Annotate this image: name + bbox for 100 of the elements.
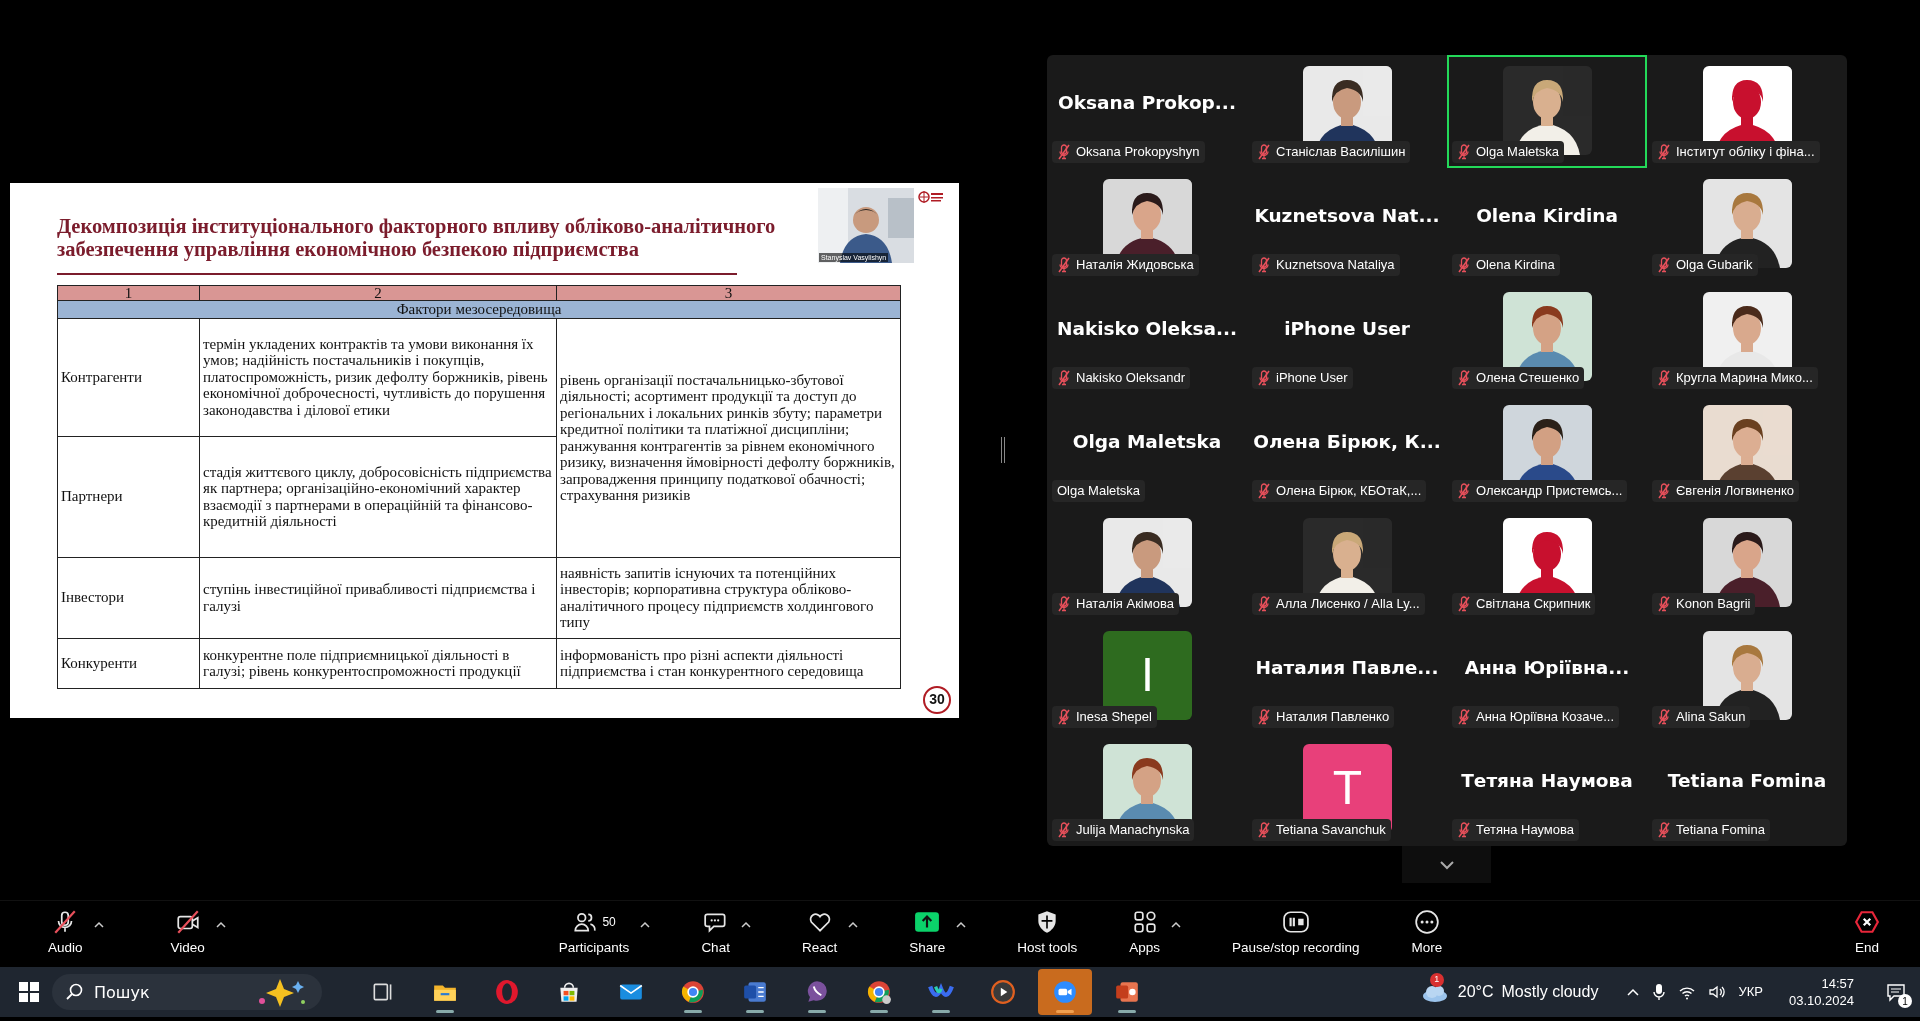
display-name: Oksana Prokop...: [1057, 91, 1237, 115]
participant-name: Інститут обліку і фіна...: [1676, 143, 1815, 162]
participant-name: Алла Лисенко / Alla Ly...: [1276, 595, 1420, 614]
table-cell: ступінь інвестиційної привабливості підприємства і галузі: [199, 557, 557, 638]
muted-mic-icon: [1457, 596, 1471, 612]
participant-name: Konon Bagrii: [1676, 595, 1751, 614]
muted-mic-icon: [1057, 709, 1071, 725]
media-player-icon: [990, 979, 1016, 1005]
caret-icon[interactable]: [955, 920, 968, 930]
caret-icon[interactable]: [214, 920, 227, 930]
slide-title: Декомпозиція інституціонального факторного впливу обліково-аналітичного забезпечення управління економічною безпекою підприємства: [57, 214, 776, 261]
display-name: Анна Юріївна...: [1463, 656, 1631, 680]
participant-name: Олена Бірюк, КБОтаК,...: [1276, 482, 1422, 501]
participant-name: Kuznetsova Nataliya: [1276, 256, 1395, 275]
chrome-icon: [866, 979, 892, 1005]
chevron-up-icon[interactable]: [1626, 987, 1641, 997]
opera-icon: [494, 979, 520, 1005]
muted-mic-icon: [1257, 483, 1271, 499]
muted-mic-icon: [1457, 822, 1471, 838]
muted-mic-icon: [1657, 483, 1671, 499]
share-button[interactable]: Share: [907, 905, 948, 963]
speaker-icon[interactable]: [1708, 984, 1727, 1000]
more-button[interactable]: More: [1409, 905, 1445, 963]
muted-mic-icon: [1657, 257, 1671, 273]
search-icon: [66, 983, 84, 1001]
participant-name: Tetiana Fomina: [1676, 821, 1765, 840]
search-field[interactable]: Пошук: [52, 974, 322, 1010]
caret-icon[interactable]: [847, 920, 860, 930]
table-cell: рівень організації постачальницько-збутової діяльності; асортимент продукції та доступ до регіональних і локальних ринків збуту; параметри кредитної політики та платіжної дисципліни; ранжування контрагентів за рівнем економічного ризику, визначення ймовірності дефолту боржників, запровадження принципу податкової обачності; страхування ризиків: [556, 318, 901, 557]
table-cell: Контрагенти: [57, 318, 200, 436]
muted-mic-icon: [1457, 257, 1471, 273]
end-icon: [1854, 909, 1880, 936]
muted-mic-icon: [1457, 370, 1471, 386]
display-name: Наталия Павле...: [1254, 656, 1440, 680]
react-button[interactable]: React: [799, 905, 840, 963]
participant-name: Julija Manachynska: [1076, 821, 1190, 840]
caret-icon[interactable]: [639, 920, 652, 930]
resize-handle[interactable]: [1001, 437, 1005, 463]
caret-icon[interactable]: [1170, 920, 1183, 930]
participant-name: Анна Юріївна Козаче...: [1476, 708, 1615, 727]
muted-mic-icon: [1657, 370, 1671, 386]
slides-icon: [1114, 979, 1140, 1005]
participant-name: Олександр Пристемсь...: [1476, 482, 1623, 501]
participant-name: Inesa Shepel: [1076, 708, 1152, 727]
language-indicator[interactable]: УКР: [1738, 982, 1763, 1002]
display-name: Olga Maletska: [1071, 430, 1223, 454]
display-name: Olena Kirdina: [1475, 204, 1619, 228]
recording-button[interactable]: Pause/stop recording: [1230, 905, 1362, 963]
column-header: 1: [57, 285, 200, 300]
host-tools-button[interactable]: Host tools: [1015, 905, 1080, 963]
participant-name: Oksana Prokopyshyn: [1076, 143, 1200, 162]
participant-name: Станіслав Василішин: [1276, 143, 1406, 162]
muted-mic-icon: [1257, 257, 1271, 273]
weather-badge: 1: [1429, 972, 1444, 987]
muted-mic-icon: [1057, 370, 1071, 386]
muted-mic-icon: [1457, 709, 1471, 725]
document-icon: [742, 979, 768, 1005]
notifications-icon[interactable]: [1886, 982, 1906, 1003]
display-name: Nakisko Oleksa...: [1055, 317, 1239, 341]
participant-name: Наталия Павленко: [1276, 708, 1390, 727]
participants-button[interactable]: 50 Participants: [556, 905, 632, 963]
table-cell: Інвестори: [57, 557, 200, 638]
windows-start-icon[interactable]: [18, 981, 40, 1003]
participant-name: iPhone User: [1276, 369, 1348, 388]
zoom-icon: [1052, 979, 1078, 1005]
muted-mic-icon: [1457, 144, 1471, 160]
microphone-icon[interactable]: [1652, 983, 1667, 1001]
notification-count: 1: [1898, 994, 1912, 1009]
participant-name: Наталія Акімова: [1076, 595, 1174, 614]
muted-mic-icon: [1257, 709, 1271, 725]
participant-name: Alina Sakun: [1676, 708, 1746, 727]
participant-name: Olena Kirdina: [1476, 256, 1555, 275]
column-header: 3: [556, 285, 901, 300]
audio-button[interactable]: Audio: [46, 905, 85, 963]
muted-mic-icon: [1657, 709, 1671, 725]
participant-name: Кругла Марина Мико...: [1676, 369, 1813, 388]
participant-name: Olga Maletska: [1057, 482, 1141, 501]
chat-button[interactable]: Chat: [699, 905, 732, 963]
muted-mic-icon: [1257, 144, 1271, 160]
apps-button[interactable]: Apps: [1127, 905, 1163, 963]
display-name: Олена Бірюк, К...: [1252, 430, 1442, 454]
weather-condition: Mostly cloudy: [1501, 982, 1599, 1002]
table-cell: конкурентне поле підприємницької діяльності в галузі; рівень конкурентоспроможності продукції: [199, 638, 557, 688]
table-cell: термін укладених контрактів та умови виконання їх умов; надійність постачальників і покупців, платоспроможність, ризик дефолту боржників, рівень економічної доброчесності, чутливість до порушення законодавства і ділової етики: [199, 318, 557, 436]
caret-icon[interactable]: [92, 920, 105, 930]
clock-time[interactable]: 14:57: [1821, 975, 1854, 992]
clock-date[interactable]: 03.10.2024: [1788, 992, 1854, 1009]
display-name: Kuznetsova Nat...: [1253, 204, 1441, 228]
muted-mic-icon: [1257, 596, 1271, 612]
column-header: 2: [199, 285, 557, 300]
muted-mic-icon: [1657, 822, 1671, 838]
muted-mic-icon: [1057, 257, 1071, 273]
participant-name: Nakisko Oleksandr: [1076, 369, 1186, 388]
end-button[interactable]: End: [1852, 905, 1882, 963]
caret-icon[interactable]: [739, 920, 752, 930]
video-button[interactable]: Video: [168, 905, 207, 963]
participant-name: Наталія Жидовська: [1076, 256, 1194, 275]
participant-name: Олена Стешенко: [1476, 369, 1580, 388]
chrome-icon: [680, 979, 706, 1005]
participant-name: Olga Maletska: [1476, 143, 1560, 162]
